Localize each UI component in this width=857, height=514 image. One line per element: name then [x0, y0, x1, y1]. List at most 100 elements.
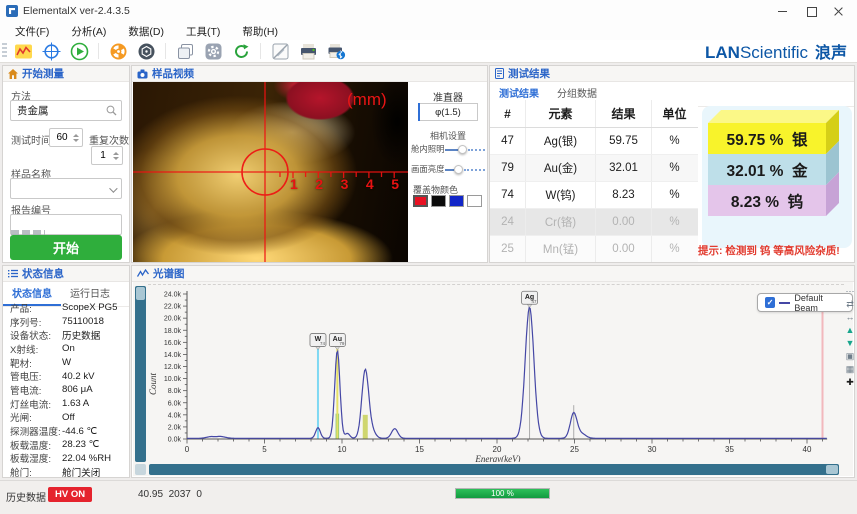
camera-shutter-icon[interactable]: [136, 41, 156, 61]
table-row[interactable]: 25Mn(锰)0.00%: [490, 236, 698, 263]
elementalx-window: ElementalX ver-2.4.3.5 文件(F)分析(A)数据(D)工具…: [0, 0, 857, 514]
svg-text:20.0k: 20.0k: [164, 316, 182, 323]
svg-text:18.0k: 18.0k: [164, 328, 182, 335]
repeat-stepper[interactable]: [113, 146, 121, 165]
toolbar: LANScientific浪声: [0, 40, 857, 63]
status-row-label: 板载温度:: [10, 438, 62, 452]
more-options-icon[interactable]: ⋯: [846, 286, 855, 296]
svg-text:Count: Count: [148, 373, 158, 396]
legend-checkbox[interactable]: ✓: [765, 297, 775, 308]
search-icon[interactable]: [106, 105, 117, 119]
collimator-option[interactable]: φ(1.5): [418, 103, 478, 121]
toolbar-drag-handle[interactable]: [2, 43, 7, 59]
status-row-label: 灯丝电流:: [10, 397, 62, 411]
column-header: 元素: [526, 100, 596, 127]
time-stepper[interactable]: [73, 128, 81, 147]
spectrum-panel-title: 光谱图: [153, 266, 185, 281]
collapse-horizontal-icon[interactable]: ↔: [846, 312, 855, 322]
overlay-color-swatch[interactable]: [467, 195, 482, 207]
ruler-number: 5: [391, 176, 399, 192]
status-row-label: 探测器温度:: [10, 424, 62, 438]
spectrum-shortcut-icon[interactable]: [13, 41, 33, 61]
zoom-in-vertical-icon[interactable]: ▲: [846, 325, 855, 335]
start-measure-icon[interactable]: [69, 41, 89, 61]
close-button[interactable]: [833, 5, 845, 17]
chevron-down-icon: [109, 184, 117, 192]
menu-item[interactable]: 分析(A): [60, 24, 117, 39]
calibration-crosshair-icon[interactable]: [41, 41, 61, 61]
zoom-out-vertical-icon[interactable]: ▼: [846, 338, 855, 348]
table-cell: 74: [490, 182, 526, 208]
vertical-scrollbar-handle[interactable]: [136, 287, 145, 300]
horizontal-scrollbar[interactable]: [149, 464, 839, 475]
status-row-value: 75110018: [62, 316, 104, 327]
camera-icon: [137, 69, 148, 79]
sample-video-feed[interactable]: (mm) 12345: [133, 82, 408, 262]
status-row-value: Off: [62, 412, 75, 423]
status-row: 序列号:75110018: [3, 315, 129, 329]
table-row[interactable]: 74W(钨)8.23%: [490, 182, 698, 209]
results-panel-title: 测试结果: [508, 66, 550, 81]
spectrum-plot[interactable]: 05101520253035400.0k2.0k4.0k6.0k8.0k10.0…: [148, 284, 844, 462]
slider-knob[interactable]: [454, 165, 463, 174]
table-cell: 0.00: [596, 236, 652, 262]
svg-text:Energy(keV): Energy(keV): [474, 454, 520, 462]
table-cell: %: [652, 128, 697, 154]
table-cell: %: [652, 209, 697, 235]
brightness-slider[interactable]: [445, 164, 485, 174]
grid-toggle-icon[interactable]: ▦: [846, 364, 855, 374]
fit-view-icon[interactable]: ✚: [846, 377, 854, 387]
table-row[interactable]: 79Au(金)32.01%: [490, 155, 698, 182]
menu-item[interactable]: 帮助(H): [231, 24, 289, 39]
settings-gear-icon[interactable]: [203, 41, 223, 61]
camera-settings-label: 相机设置: [409, 129, 487, 142]
svg-text:5: 5: [262, 445, 267, 454]
report-edit-disabled-icon[interactable]: [270, 41, 290, 61]
printer-icon[interactable]: [298, 41, 318, 61]
menu-item[interactable]: 文件(F): [4, 24, 60, 39]
table-row[interactable]: 24Cr(铬)0.00%: [490, 209, 698, 236]
radiation-warning-icon[interactable]: [108, 41, 128, 61]
summary-bar: 32.01 % 金: [708, 154, 826, 185]
video-panel-title: 样品视频: [152, 66, 194, 81]
table-cell: Mn(锰): [526, 236, 596, 262]
time-label: 测试时间: [11, 132, 51, 147]
overlay-color-swatch[interactable]: [413, 195, 428, 207]
summary-bar-top-facet: [708, 110, 839, 123]
start-button[interactable]: 开始: [10, 235, 122, 260]
status-row-value: 舱门关闭: [62, 465, 100, 478]
status-row: 管电压:40.2 kV: [3, 369, 129, 383]
light-slider[interactable]: [445, 144, 485, 154]
printer-bluetooth-icon[interactable]: [326, 41, 346, 61]
summary-3d-bars: 59.75 % 银32.01 % 金8.23 % 钨: [708, 123, 839, 216]
sample-name-select[interactable]: [10, 178, 122, 199]
overlay-color-swatch[interactable]: [449, 195, 464, 207]
table-row[interactable]: 47Ag(银)59.75%: [490, 128, 698, 155]
file-copy-icon[interactable]: [175, 41, 195, 61]
overlay-color-swatch[interactable]: [431, 195, 446, 207]
slider-knob[interactable]: [458, 145, 467, 154]
minimize-button[interactable]: [777, 5, 789, 17]
refresh-icon[interactable]: [231, 41, 251, 61]
progress-fill: 100 %: [456, 489, 549, 498]
scrollbar-corner: [135, 464, 146, 475]
status-row-value: 40.2 kV: [62, 371, 95, 382]
status-row-label: 管电压:: [10, 369, 62, 383]
home-icon: [8, 69, 18, 79]
status-panel: 状态信息 状态信息运行日志 产品:ScopeX PG5序列号:75110018设…: [2, 265, 130, 478]
measure-panel-title: 开始测量: [22, 66, 64, 81]
hv-on-badge[interactable]: HV ON: [48, 487, 92, 502]
status-row-value: 1.63 A: [62, 398, 89, 409]
menu-item[interactable]: 数据(D): [117, 24, 175, 39]
menu-item[interactable]: 工具(T): [175, 24, 231, 39]
export-image-icon[interactable]: ▣: [846, 351, 855, 361]
svg-text:16.0k: 16.0k: [164, 340, 182, 347]
maximize-button[interactable]: [805, 5, 817, 17]
status-row-value: W: [62, 357, 71, 368]
ruler-number: 1: [290, 176, 298, 192]
horizontal-scrollbar-handle[interactable]: [826, 465, 838, 474]
pan-horizontal-icon[interactable]: ⇄: [846, 299, 854, 309]
svg-text:0: 0: [185, 445, 190, 454]
table-cell: %: [652, 236, 697, 262]
vertical-scrollbar[interactable]: [135, 286, 146, 462]
